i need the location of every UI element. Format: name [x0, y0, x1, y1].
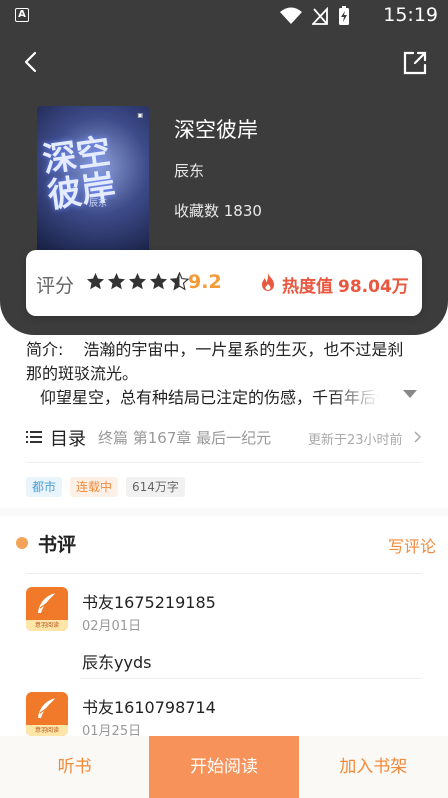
tag-list: 都市 连载中 614万字 — [26, 477, 185, 497]
star-full-icon — [128, 272, 147, 290]
publisher-badge-icon: ▣ — [137, 112, 143, 119]
tag-word-count: 614万字 — [126, 477, 185, 497]
list-icon — [26, 431, 42, 443]
wifi-icon — [280, 7, 302, 24]
book-intro[interactable]: 简介: 浩瀚的宇宙中，一片星系的生灭，也不过是刹那的斑驳流光。 — [26, 338, 416, 386]
back-button[interactable] — [20, 50, 44, 74]
feather-icon — [38, 592, 57, 613]
chevron-right-icon — [414, 431, 422, 443]
status-icons — [280, 6, 350, 26]
rating-stars — [86, 272, 189, 291]
catalog-label: 目录 — [50, 429, 86, 450]
review-username: 书友1675219185 — [82, 593, 216, 612]
heat-value: 98.04万 — [338, 277, 409, 297]
rating-card: 评分 9.2 热度值 98.04万 — [26, 250, 422, 316]
bottom-action-bar: 听书 开始阅读 加入书架 — [0, 736, 448, 798]
book-cover[interactable]: ▣ 深空彼岸 辰东 — [37, 106, 149, 256]
status-time: 15:19 — [383, 4, 438, 26]
star-full-icon — [86, 272, 105, 290]
review-item[interactable]: 意羽阅读 书友1610798714 01月25日 — [26, 692, 422, 739]
start-reading-button[interactable]: 开始阅读 — [149, 736, 299, 798]
book-detail-screen: A 15:19 ▣ 深空彼岸 辰东 深空彼岸 辰东 收藏数 1830 评分 9.… — [0, 0, 448, 798]
avatar-brand: 意羽阅读 — [34, 622, 59, 629]
latest-chapter: 终篇 第167章 最后一纪元 — [98, 429, 272, 447]
avatar[interactable]: 意羽阅读 — [26, 692, 68, 736]
rating-score: 9.2 — [188, 271, 222, 293]
reviews-title: 书评 — [38, 534, 77, 556]
star-half-icon — [170, 272, 189, 291]
add-to-shelf-button[interactable]: 加入书架 — [299, 736, 448, 798]
no-signal-icon — [312, 7, 328, 25]
listen-button[interactable]: 听书 — [0, 736, 149, 798]
star-full-icon — [107, 272, 126, 290]
review-content: 辰东yyds — [82, 653, 152, 672]
divider — [26, 462, 422, 463]
write-review-button[interactable]: 写评论 — [388, 533, 436, 557]
status-bar: A 15:19 — [0, 0, 448, 32]
tag-status: 连载中 — [70, 477, 119, 497]
share-button[interactable] — [402, 50, 428, 76]
star-full-icon — [149, 272, 168, 290]
tag-category[interactable]: 都市 — [26, 477, 63, 497]
update-time: 更新于23小时前 — [308, 433, 403, 448]
expand-intro-icon[interactable] — [402, 388, 418, 400]
rating-label: 评分 — [36, 275, 75, 297]
divider — [80, 678, 422, 679]
flame-icon — [262, 273, 274, 291]
divider — [26, 573, 422, 574]
intro-text-line1: 浩瀚的宇宙中，一片星系的生灭，也不过是刹那的斑驳流光。 — [26, 340, 404, 383]
review-date: 02月01日 — [82, 619, 142, 634]
review-item[interactable]: 意羽阅读 书友1675219185 02月01日 辰东yyds — [26, 587, 422, 677]
book-author[interactable]: 辰东 — [174, 160, 204, 181]
section-dot-icon — [16, 537, 28, 549]
heat-label: 热度值 — [282, 277, 333, 297]
intro-fade — [330, 382, 392, 408]
intro-label: 简介: — [26, 340, 64, 359]
avatar[interactable]: 意羽阅读 — [26, 587, 68, 631]
book-title: 深空彼岸 — [174, 118, 258, 142]
section-gap — [0, 508, 448, 516]
favorites-count: 收藏数 1830 — [174, 202, 262, 220]
notification-icon: A — [15, 8, 29, 22]
cover-author: 辰东 — [89, 199, 108, 209]
feather-icon — [38, 697, 57, 718]
review-username: 书友1610798714 — [82, 698, 216, 717]
avatar-brand: 意羽阅读 — [34, 727, 59, 734]
battery-charging-icon — [339, 6, 349, 25]
catalog-row[interactable]: 目录 终篇 第167章 最后一纪元 更新于23小时前 — [26, 422, 422, 456]
